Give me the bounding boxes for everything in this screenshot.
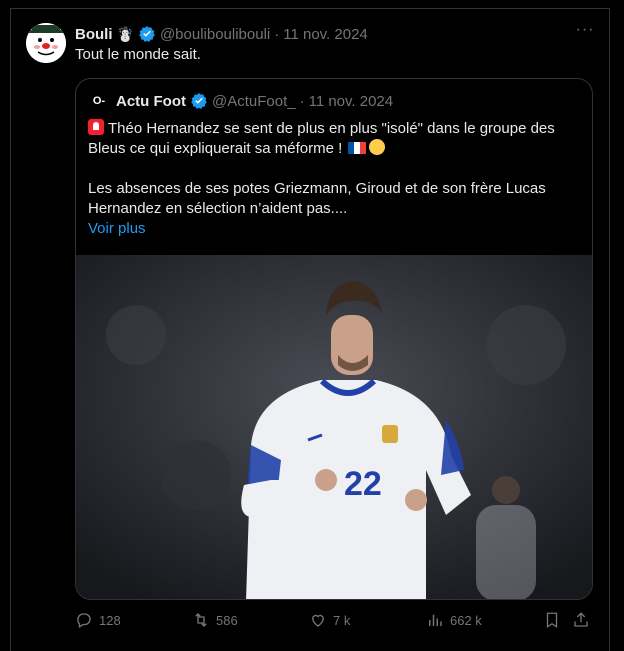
views-button[interactable]: 662 k: [426, 611, 482, 629]
tweet-text: Tout le monde sait.: [75, 46, 201, 63]
retweet-icon: [195, 613, 207, 627]
like-count: 7 k: [333, 612, 351, 628]
player-photo: 22: [76, 255, 592, 599]
share-icon: [574, 612, 588, 627]
reply-count: 128: [99, 612, 121, 628]
bookmark-icon: [546, 612, 558, 629]
author-emoji: ☃️: [116, 25, 134, 42]
tweet-actions: 128 586 7 k 662 k: [75, 609, 595, 633]
france-flag-icon: [348, 142, 367, 154]
quoted-avatar[interactable]: O‑: [88, 90, 110, 112]
snowman-avatar-image: [26, 23, 66, 63]
like-button[interactable]: 7 k: [309, 611, 350, 629]
quoted-tweet-text: Théo Hernandez se sent de plus en plus "…: [88, 119, 578, 239]
author-name[interactable]: Bouli: [75, 26, 113, 43]
quoted-author-name[interactable]: Actu Foot: [116, 93, 186, 110]
quoted-author-handle[interactable]: @ActuFoot_: [212, 93, 296, 110]
quoted-text-line1: Théo Hernandez se sent de plus en plus "…: [88, 120, 555, 157]
quoted-tweet-image[interactable]: 22: [76, 255, 592, 599]
siren-emoji-icon: [88, 119, 104, 135]
more-icon[interactable]: ···: [575, 22, 595, 43]
quoted-tweet-header: O‑ Actu Foot @ActuFoot_ · 11 nov. 2024: [88, 90, 394, 112]
views-count: 662 k: [450, 612, 482, 628]
jersey-number: 22: [344, 465, 382, 503]
views-chart-icon: [429, 614, 442, 626]
separator-dot: ·: [299, 92, 305, 110]
retweet-button[interactable]: 586: [192, 611, 238, 629]
reply-button[interactable]: 128: [75, 611, 121, 629]
quoted-tweet[interactable]: O‑ Actu Foot @ActuFoot_ · 11 nov. 2024 T…: [75, 78, 593, 600]
verified-badge-icon: [191, 93, 207, 109]
heart-icon: [312, 614, 324, 627]
bookmark-button[interactable]: [543, 611, 567, 629]
tweet-card[interactable]: Bouli ☃️ @bouliboulibouli · 11 nov. 2024…: [10, 8, 610, 651]
share-button[interactable]: [572, 611, 596, 629]
sad-face-emoji-icon: [369, 139, 386, 155]
quoted-text-line2: Les absences de ses potes Griezmann, Gir…: [88, 180, 546, 217]
retweet-count: 586: [216, 612, 238, 628]
tweet-header: Bouli ☃️ @bouliboulibouli · 11 nov. 2024: [75, 24, 368, 44]
quoted-tweet-date[interactable]: 11 nov. 2024: [309, 93, 394, 110]
reply-icon: [77, 613, 91, 628]
avatar[interactable]: [26, 23, 66, 63]
see-more-link[interactable]: Voir plus: [88, 219, 578, 239]
author-handle[interactable]: @bouliboulibouli: [160, 26, 270, 43]
separator-dot: ·: [274, 25, 280, 43]
tweet-date[interactable]: 11 nov. 2024: [283, 26, 368, 43]
verified-badge-icon: [139, 26, 155, 42]
